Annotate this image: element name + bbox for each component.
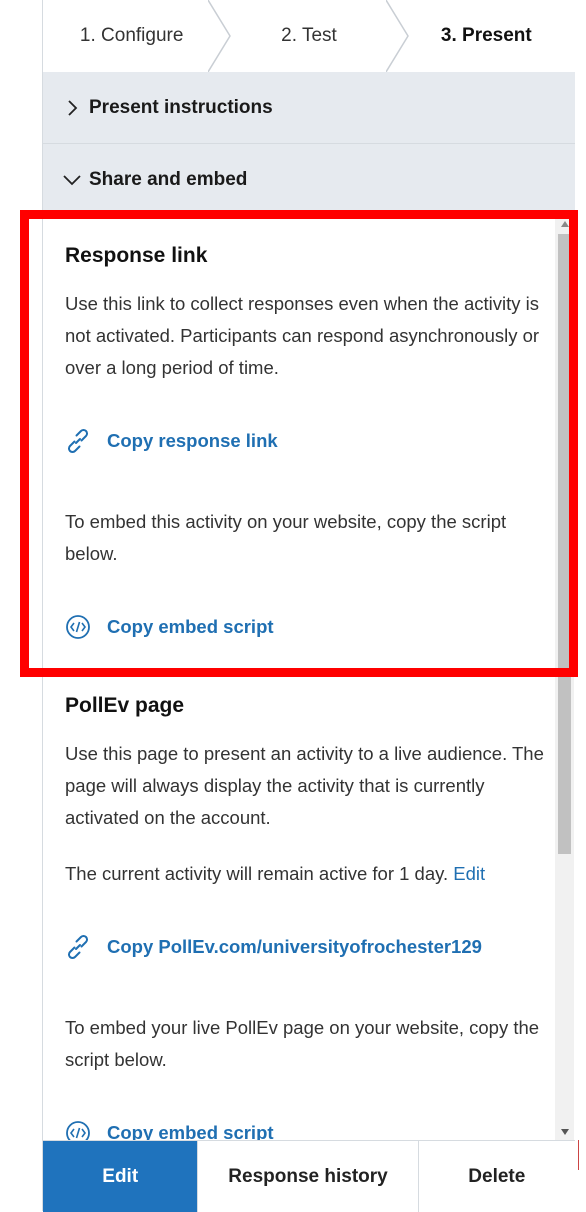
gutter-mark: [578, 1140, 579, 1170]
right-gutter: [575, 0, 586, 1211]
delete-button[interactable]: Delete: [419, 1141, 575, 1212]
pollev-page-description: Use this page to present an activity to …: [65, 743, 544, 828]
scroll-up-arrow-icon[interactable]: [555, 216, 574, 232]
accordion-present-instructions-label: Present instructions: [89, 96, 273, 118]
response-link-title: Response link: [65, 244, 208, 267]
copy-pollev-link-label: Copy PollEv.com/universityofrochester129: [107, 936, 482, 957]
scroll-down-arrow-icon[interactable]: [555, 1124, 574, 1140]
step-present[interactable]: 3. Present: [398, 0, 575, 72]
edit-duration-link[interactable]: Edit: [453, 863, 485, 884]
step-present-label: 3. Present: [440, 25, 532, 46]
step-divider-icon: [385, 0, 409, 72]
chevron-right-icon: [68, 99, 78, 116]
link-icon: [67, 428, 89, 454]
active-duration-label: The current activity will remain active …: [65, 863, 449, 884]
step-configure-label: 1. Configure: [79, 25, 184, 46]
accordion-share-and-embed-label: Share and embed: [89, 168, 248, 190]
copy-response-link-button[interactable]: Copy response link: [65, 428, 278, 454]
copy-pollev-embed-script-button[interactable]: Copy embed script: [65, 1120, 274, 1140]
response-link-description: Use this link to collect responses even …: [65, 293, 540, 378]
link-icon: [67, 934, 89, 960]
accordion-share-and-embed[interactable]: Share and embed: [43, 144, 575, 216]
steps-header: 1. Configure 2. Test 3. Present: [43, 0, 575, 73]
footer-actions: Edit Response history Delete: [43, 1140, 575, 1212]
code-icon: [66, 1121, 90, 1140]
edit-button[interactable]: Edit: [43, 1141, 199, 1212]
copy-embed-script-button[interactable]: Copy embed script: [65, 614, 274, 640]
embed-pollev-text: To embed your live PollEv page on your w…: [65, 1017, 540, 1070]
embed-activity-text: To embed this activity on your website, …: [65, 511, 507, 564]
pollev-page-title: PollEv page: [65, 694, 185, 717]
step-test[interactable]: 2. Test: [220, 0, 409, 72]
step-test-label: 2. Test: [281, 25, 337, 46]
copy-embed-script-label: Copy embed script: [107, 616, 274, 637]
scrollbar-thumb[interactable]: [558, 234, 571, 854]
share-embed-content: Response link Use this link to collect r…: [43, 216, 575, 1140]
step-divider-icon: [208, 0, 232, 72]
accordion-present-instructions[interactable]: Present instructions: [43, 72, 575, 144]
code-icon: [66, 615, 90, 639]
chevron-down-icon: [63, 174, 81, 185]
copy-pollev-embed-script-label: Copy embed script: [107, 1122, 274, 1140]
present-panel: 1. Configure 2. Test 3. Present Present …: [42, 0, 576, 1212]
step-configure[interactable]: 1. Configure: [43, 0, 232, 72]
copy-pollev-link-button[interactable]: Copy PollEv.com/universityofrochester129: [65, 934, 482, 960]
response-history-button[interactable]: Response history: [198, 1141, 419, 1212]
copy-response-link-label: Copy response link: [107, 430, 278, 451]
active-duration-text: The current activity will remain active …: [65, 858, 545, 890]
